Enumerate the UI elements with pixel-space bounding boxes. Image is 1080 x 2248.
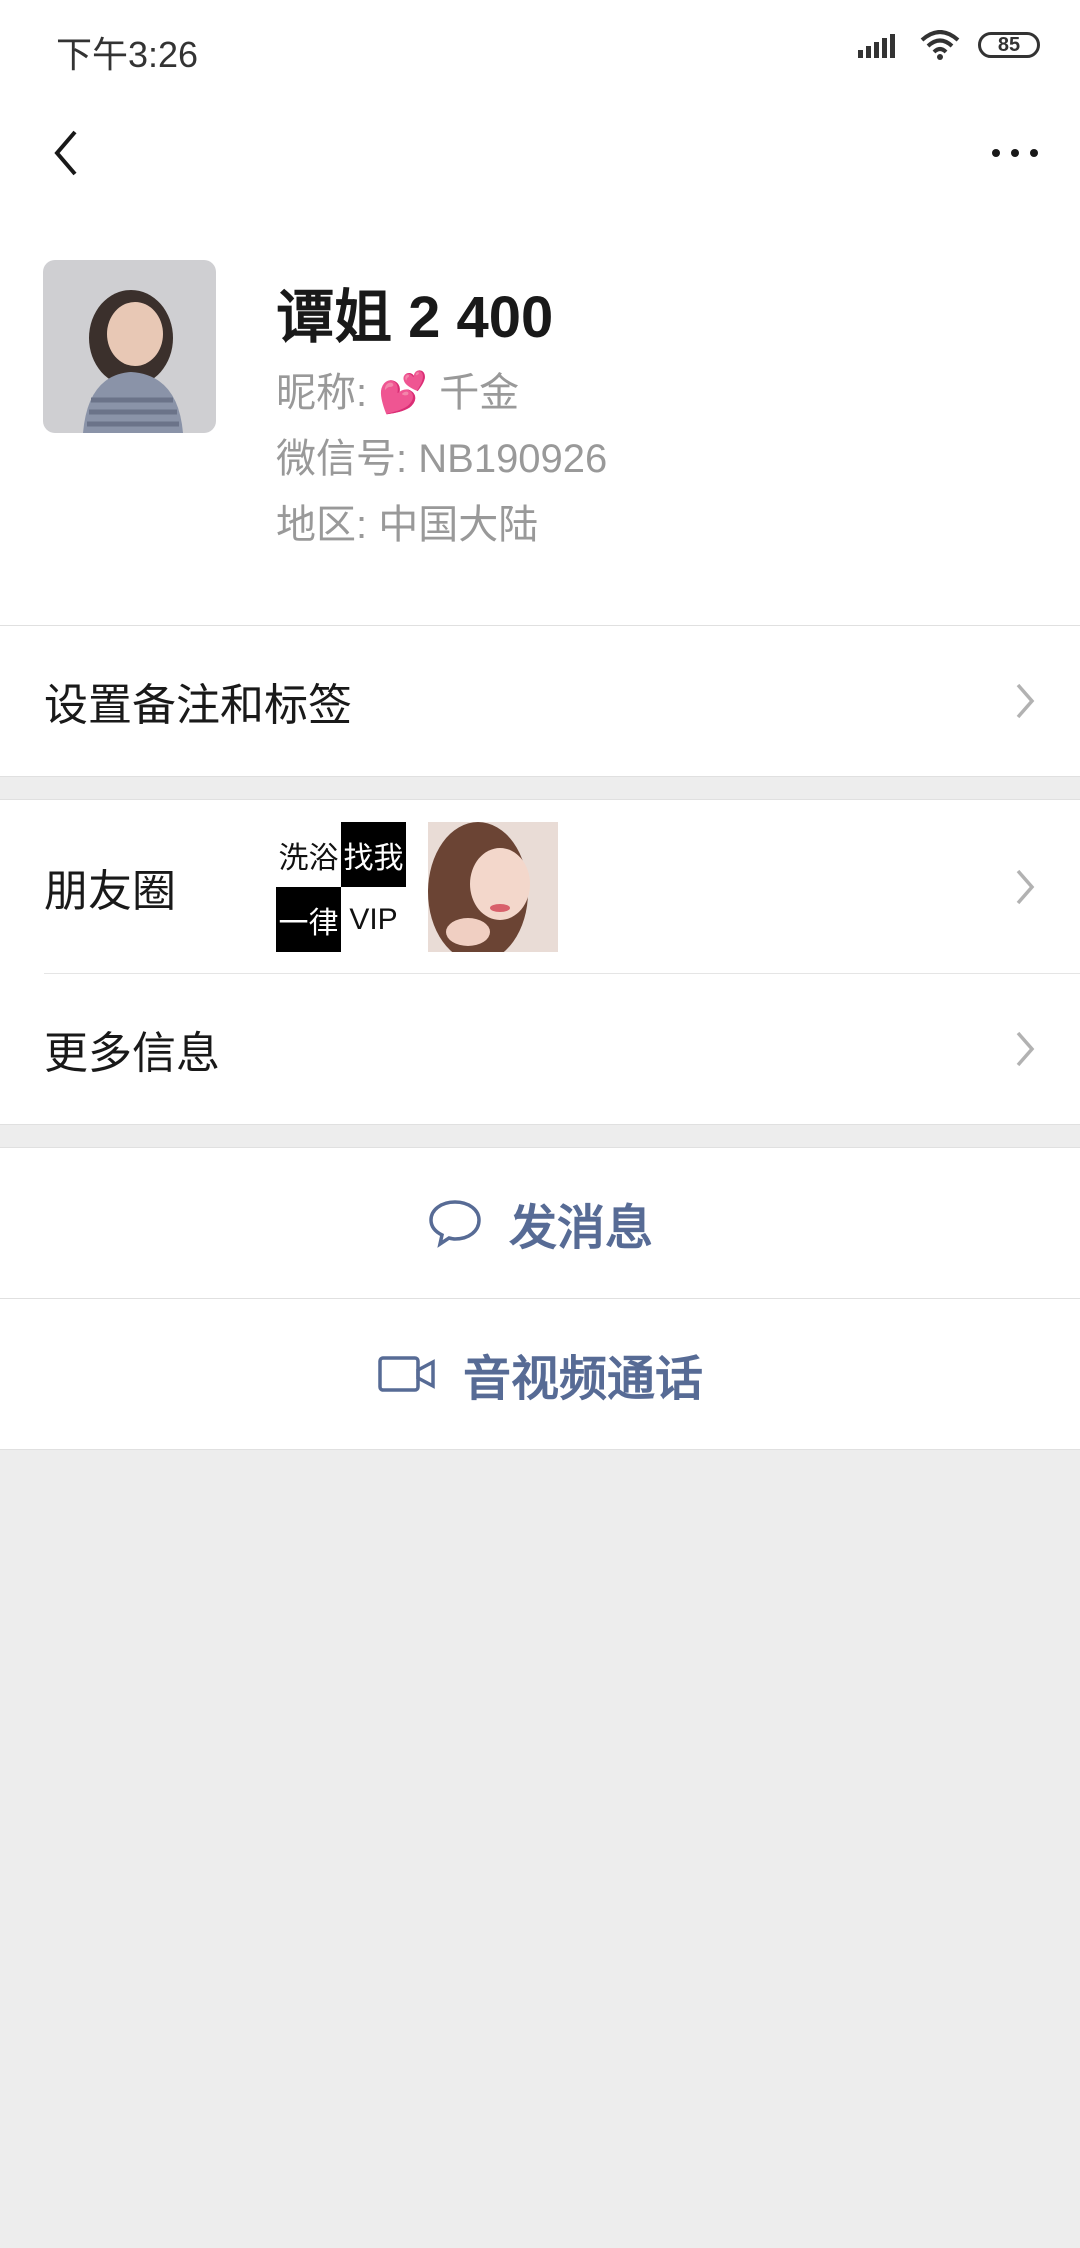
- avatar-image: [43, 260, 216, 433]
- divider: [0, 1449, 1080, 1450]
- thumb-text-cell: 洗浴: [276, 822, 341, 887]
- back-button[interactable]: [36, 118, 96, 188]
- send-message-button[interactable]: 发消息: [0, 1148, 1080, 1298]
- region-label: 地区:: [276, 503, 368, 547]
- wxid-value: NB190926: [418, 437, 608, 481]
- status-icons: 85: [858, 30, 1040, 60]
- more-dots-icon: [992, 149, 1038, 157]
- section-gap: [0, 1124, 1080, 1148]
- contact-name: 谭姐 2 400: [276, 285, 554, 350]
- more-info-label: 更多信息: [44, 1029, 220, 1078]
- wxid-label: 微信号:: [276, 437, 408, 481]
- thumb-text-cell: 找我: [341, 822, 406, 887]
- nickname-emoji: 💕: [378, 371, 429, 415]
- remark-tags-row[interactable]: 设置备注和标签: [0, 626, 1080, 776]
- back-arrow-icon: [54, 130, 77, 176]
- wxid-line: 微信号: NB190926: [276, 426, 607, 484]
- avatar[interactable]: [43, 260, 216, 433]
- section-gap: [0, 776, 1080, 800]
- battery-indicator: 85: [978, 32, 1040, 58]
- moments-label: 朋友圈: [44, 867, 176, 916]
- more-button[interactable]: [980, 118, 1050, 188]
- chat-bubble-icon: [429, 1200, 481, 1248]
- video-call-label: 音视频通话: [462, 1353, 703, 1406]
- moments-thumbnails: 洗浴 找我 一律 VIP: [276, 822, 558, 952]
- status-time: 下午3:26: [56, 34, 199, 75]
- chevron-right-icon: [1010, 865, 1040, 909]
- nickname-value: 千金: [439, 371, 520, 415]
- top-area: 下午3:26 85 谭姐 2 400 昵称: 💕 千金 微信号: NB19092…: [0, 0, 1080, 625]
- video-call-button[interactable]: 音视频通话: [0, 1299, 1080, 1449]
- thumb-text-cell: VIP: [341, 887, 406, 952]
- send-message-label: 发消息: [508, 1202, 653, 1255]
- moments-row[interactable]: 朋友圈 洗浴 找我 一律 VIP: [0, 800, 1080, 974]
- region-value: 中国大陆: [378, 503, 539, 547]
- thumb-text-cell: 一律: [276, 887, 341, 952]
- signal-icon: [858, 34, 895, 58]
- chevron-right-icon: [1010, 1027, 1040, 1071]
- profile-header: 谭姐 2 400 昵称: 💕 千金 微信号: NB190926 地区: 中国大陆: [0, 210, 1080, 625]
- moments-thumb-text: 洗浴 找我 一律 VIP: [276, 822, 406, 952]
- nickname-label: 昵称:: [276, 371, 368, 415]
- video-camera-icon: [378, 1356, 435, 1392]
- moments-thumb-photo: [428, 822, 558, 952]
- remark-tags-label: 设置备注和标签: [44, 681, 352, 730]
- chevron-right-icon: [1010, 679, 1040, 723]
- nickname-line: 昵称: 💕 千金: [276, 360, 519, 418]
- more-info-row[interactable]: 更多信息: [0, 974, 1080, 1124]
- status-bar: 下午3:26 85: [0, 0, 1080, 98]
- nav-bar: [0, 98, 1080, 210]
- wifi-icon: [920, 30, 960, 60]
- region-line: 地区: 中国大陆: [276, 492, 538, 550]
